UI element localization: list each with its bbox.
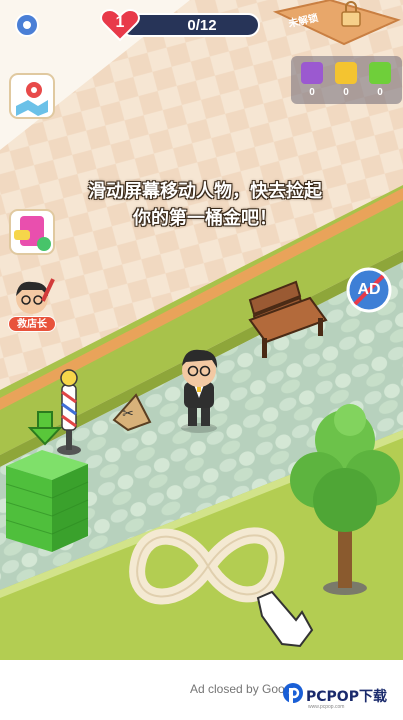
no-ads-button[interactable]: AD xyxy=(345,266,393,314)
resource-count: 0 xyxy=(343,87,349,98)
progress-count: 0/12 xyxy=(187,17,217,34)
resource-yellow: 0 xyxy=(331,60,361,100)
svg-text:✂: ✂ xyxy=(122,405,134,421)
tutorial-text: 滑动屏幕移动人物，快去捡起 你的第一桶金吧！ xyxy=(40,178,370,232)
resource-purple: 0 xyxy=(297,60,327,100)
watermark-sub: www.pcpop.com xyxy=(308,704,345,710)
resource-panel: 0 0 0 xyxy=(291,56,402,104)
money-stack xyxy=(5,450,89,552)
purple-ticket-icon xyxy=(301,62,323,84)
shop-manager-label: 救店长 xyxy=(8,316,56,332)
tutorial-line-2: 你的第一桶金吧！ xyxy=(133,208,277,228)
resource-count: 0 xyxy=(377,87,383,98)
settings-gear-icon[interactable] xyxy=(12,10,42,40)
yellow-ticket-icon xyxy=(335,62,357,84)
resource-count: 0 xyxy=(309,87,315,98)
resource-cash: 0 xyxy=(365,60,395,100)
no-ads-label: AD xyxy=(357,281,381,298)
game-scene[interactable]: ✂ xyxy=(0,0,403,720)
save-shop-manager-button[interactable]: 救店长 xyxy=(8,278,56,334)
watermark-brand: PCPOP下载 xyxy=(306,689,387,705)
level-progress-bar: 1 0/12 xyxy=(98,8,264,42)
map-button[interactable] xyxy=(8,72,56,120)
cash-icon xyxy=(369,62,391,84)
level-number: 1 xyxy=(115,14,125,31)
tutorial-line-1: 滑动屏幕移动人物，快去捡起 xyxy=(88,181,322,201)
pcpop-logo-icon xyxy=(283,683,303,710)
watermark: PCPOP下载 www.pcpop.com xyxy=(282,682,403,716)
locked-area-sign[interactable]: 未解锁 xyxy=(268,0,403,46)
